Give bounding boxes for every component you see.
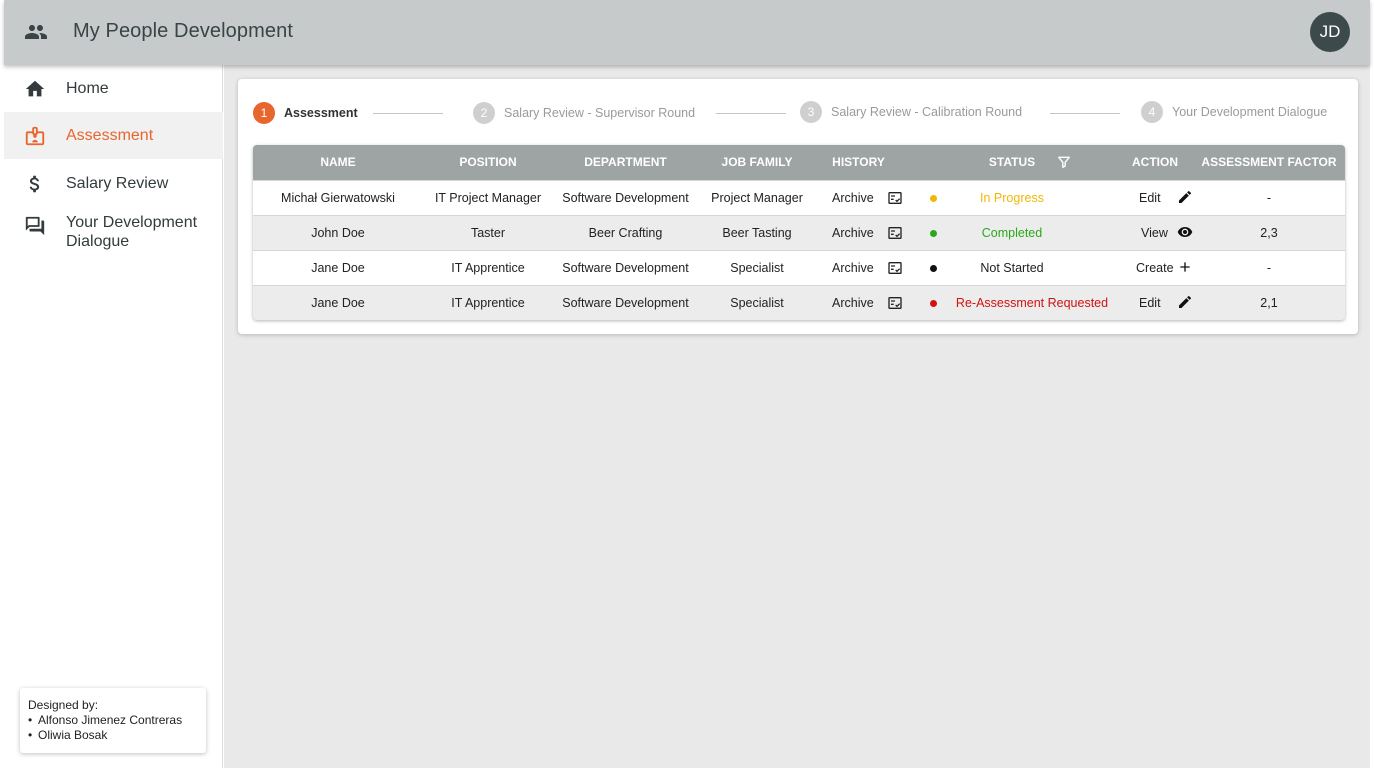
cell-name: John Doe: [311, 226, 365, 240]
step-label: Salary Review - Supervisor Round: [504, 106, 696, 120]
cell-status: Re-Assessment Requested: [955, 296, 1109, 310]
sidebar-item-assessment[interactable]: Assessment: [4, 112, 223, 159]
cell-position: Taster: [470, 226, 506, 240]
filter-icon[interactable]: [1057, 155, 1071, 169]
table-row[interactable]: John Doe Taster Beer Crafting Beer Tasti…: [253, 215, 1345, 250]
status-dot: [930, 195, 937, 202]
cell-department: Software Development: [562, 296, 689, 310]
step-number: 2: [473, 102, 495, 124]
column-header-name[interactable]: NAME: [253, 145, 423, 180]
column-header-department[interactable]: DEPARTMENT: [553, 145, 698, 180]
cell-status: Not Started: [980, 261, 1044, 275]
credits-name: Alfonso Jimenez Contreras: [28, 713, 198, 728]
archive-link[interactable]: Archive: [832, 216, 887, 250]
column-header-job-family[interactable]: JOB FAMILY: [698, 145, 816, 180]
checklist-icon[interactable]: [887, 260, 903, 276]
table-header: NAME POSITION DEPARTMENT JOB FAMILY HIST…: [253, 145, 1345, 180]
forum-icon: [23, 214, 47, 238]
checklist-icon[interactable]: [887, 295, 903, 311]
plus-icon[interactable]: [1177, 259, 1193, 275]
main-content: 1 Assessment 2 Salary Review - Superviso…: [224, 65, 1370, 768]
step-number: 1: [253, 102, 275, 124]
pencil-icon[interactable]: [1177, 189, 1193, 205]
cell-position: IT Project Manager: [434, 191, 542, 205]
edit-button[interactable]: Edit: [1139, 181, 1173, 215]
step-label: Salary Review - Calibration Round: [831, 105, 1023, 119]
cell-job-family: Beer Tasting: [722, 226, 792, 240]
step-salary-supervisor[interactable]: 2 Salary Review - Supervisor Round: [473, 101, 695, 125]
cell-position: IT Apprentice: [451, 261, 525, 275]
step-number: 4: [1141, 101, 1163, 123]
cell-status: Completed: [981, 226, 1043, 240]
table-row[interactable]: Michał Gierwatowski IT Project Manager S…: [253, 180, 1345, 215]
view-button[interactable]: View: [1141, 216, 1175, 250]
checklist-icon[interactable]: [887, 190, 903, 206]
step-assessment[interactable]: 1 Assessment: [253, 101, 358, 125]
status-dot: [930, 265, 937, 272]
cell-job-family: Specialist: [730, 261, 784, 275]
sidebar-item-salary-review[interactable]: Salary Review: [4, 160, 223, 207]
cell-department: Software Development: [562, 191, 689, 205]
dollar-icon: [23, 172, 47, 196]
credits-list: Alfonso Jimenez Contreras Oliwia Bosak: [28, 713, 198, 743]
step-number: 3: [800, 101, 822, 123]
pencil-icon[interactable]: [1177, 294, 1193, 310]
step-label: Your Development Dialogue: [1172, 105, 1328, 119]
cell-assessment-factor: 2,1: [1260, 296, 1278, 310]
cell-assessment-factor: 2,3: [1260, 226, 1278, 240]
archive-link[interactable]: Archive: [832, 251, 887, 285]
cell-department: Beer Crafting: [588, 226, 663, 240]
edit-button[interactable]: Edit: [1139, 286, 1173, 320]
step-connector: [716, 113, 786, 114]
credits-heading: Designed by:: [28, 698, 99, 712]
sidebar-item-home[interactable]: Home: [4, 65, 223, 112]
sidebar-item-label: Home: [66, 80, 109, 97]
sidebar-item-label: Your Development Dialogue: [66, 214, 198, 250]
assessment-card: 1 Assessment 2 Salary Review - Superviso…: [238, 79, 1358, 334]
step-connector: [1050, 113, 1120, 114]
step-label: Assessment: [284, 106, 358, 120]
badge-icon: [23, 124, 47, 148]
step-salary-calibration[interactable]: 3 Salary Review - Calibration Round: [800, 100, 1022, 124]
sidebar-item-label: Salary Review: [66, 175, 169, 192]
column-header-action[interactable]: ACTION: [1115, 145, 1195, 180]
app-bar: My People Development JD: [4, 0, 1370, 65]
assessment-table: NAME POSITION DEPARTMENT JOB FAMILY HIST…: [253, 145, 1345, 320]
column-header-status[interactable]: STATUS: [953, 145, 1071, 180]
sidebar: Home Assessment Salary Review Your Devel…: [4, 65, 223, 768]
table-row[interactable]: Jane Doe IT Apprentice Software Developm…: [253, 250, 1345, 285]
people-icon: [25, 25, 47, 39]
cell-status: In Progress: [980, 191, 1044, 205]
cell-name: Michał Gierwatowski: [281, 191, 395, 205]
column-header-history[interactable]: HISTORY: [816, 145, 901, 180]
column-header-assessment-factor[interactable]: ASSESSMENT FACTOR: [1199, 145, 1339, 180]
archive-link[interactable]: Archive: [832, 181, 887, 215]
step-development-dialogue[interactable]: 4 Your Development Dialogue: [1141, 100, 1327, 124]
step-connector: [373, 113, 443, 114]
cell-assessment-factor: -: [1266, 261, 1272, 275]
credits-name: Oliwia Bosak: [28, 728, 198, 743]
status-dot: [930, 300, 937, 307]
status-dot: [930, 230, 937, 237]
cell-name: Jane Doe: [311, 296, 365, 310]
credits-card: Designed by: Alfonso Jimenez Contreras O…: [20, 688, 206, 753]
archive-link[interactable]: Archive: [832, 286, 887, 320]
eye-icon[interactable]: [1177, 224, 1193, 240]
cell-department: Software Development: [562, 261, 689, 275]
home-icon: [23, 77, 47, 101]
app-title: My People Development: [73, 20, 293, 42]
column-header-position[interactable]: POSITION: [423, 145, 553, 180]
cell-assessment-factor: -: [1266, 191, 1272, 205]
cell-name: Jane Doe: [311, 261, 365, 275]
cell-job-family: Project Manager: [711, 191, 803, 205]
cell-job-family: Specialist: [730, 296, 784, 310]
checklist-icon[interactable]: [887, 225, 903, 241]
create-button[interactable]: Create: [1136, 251, 1176, 285]
sidebar-item-label: Assessment: [66, 127, 154, 144]
avatar[interactable]: JD: [1310, 12, 1350, 52]
table-row[interactable]: Jane Doe IT Apprentice Software Developm…: [253, 285, 1345, 320]
sidebar-item-development-dialogue[interactable]: Your Development Dialogue: [4, 208, 223, 260]
cell-position: IT Apprentice: [451, 296, 525, 310]
